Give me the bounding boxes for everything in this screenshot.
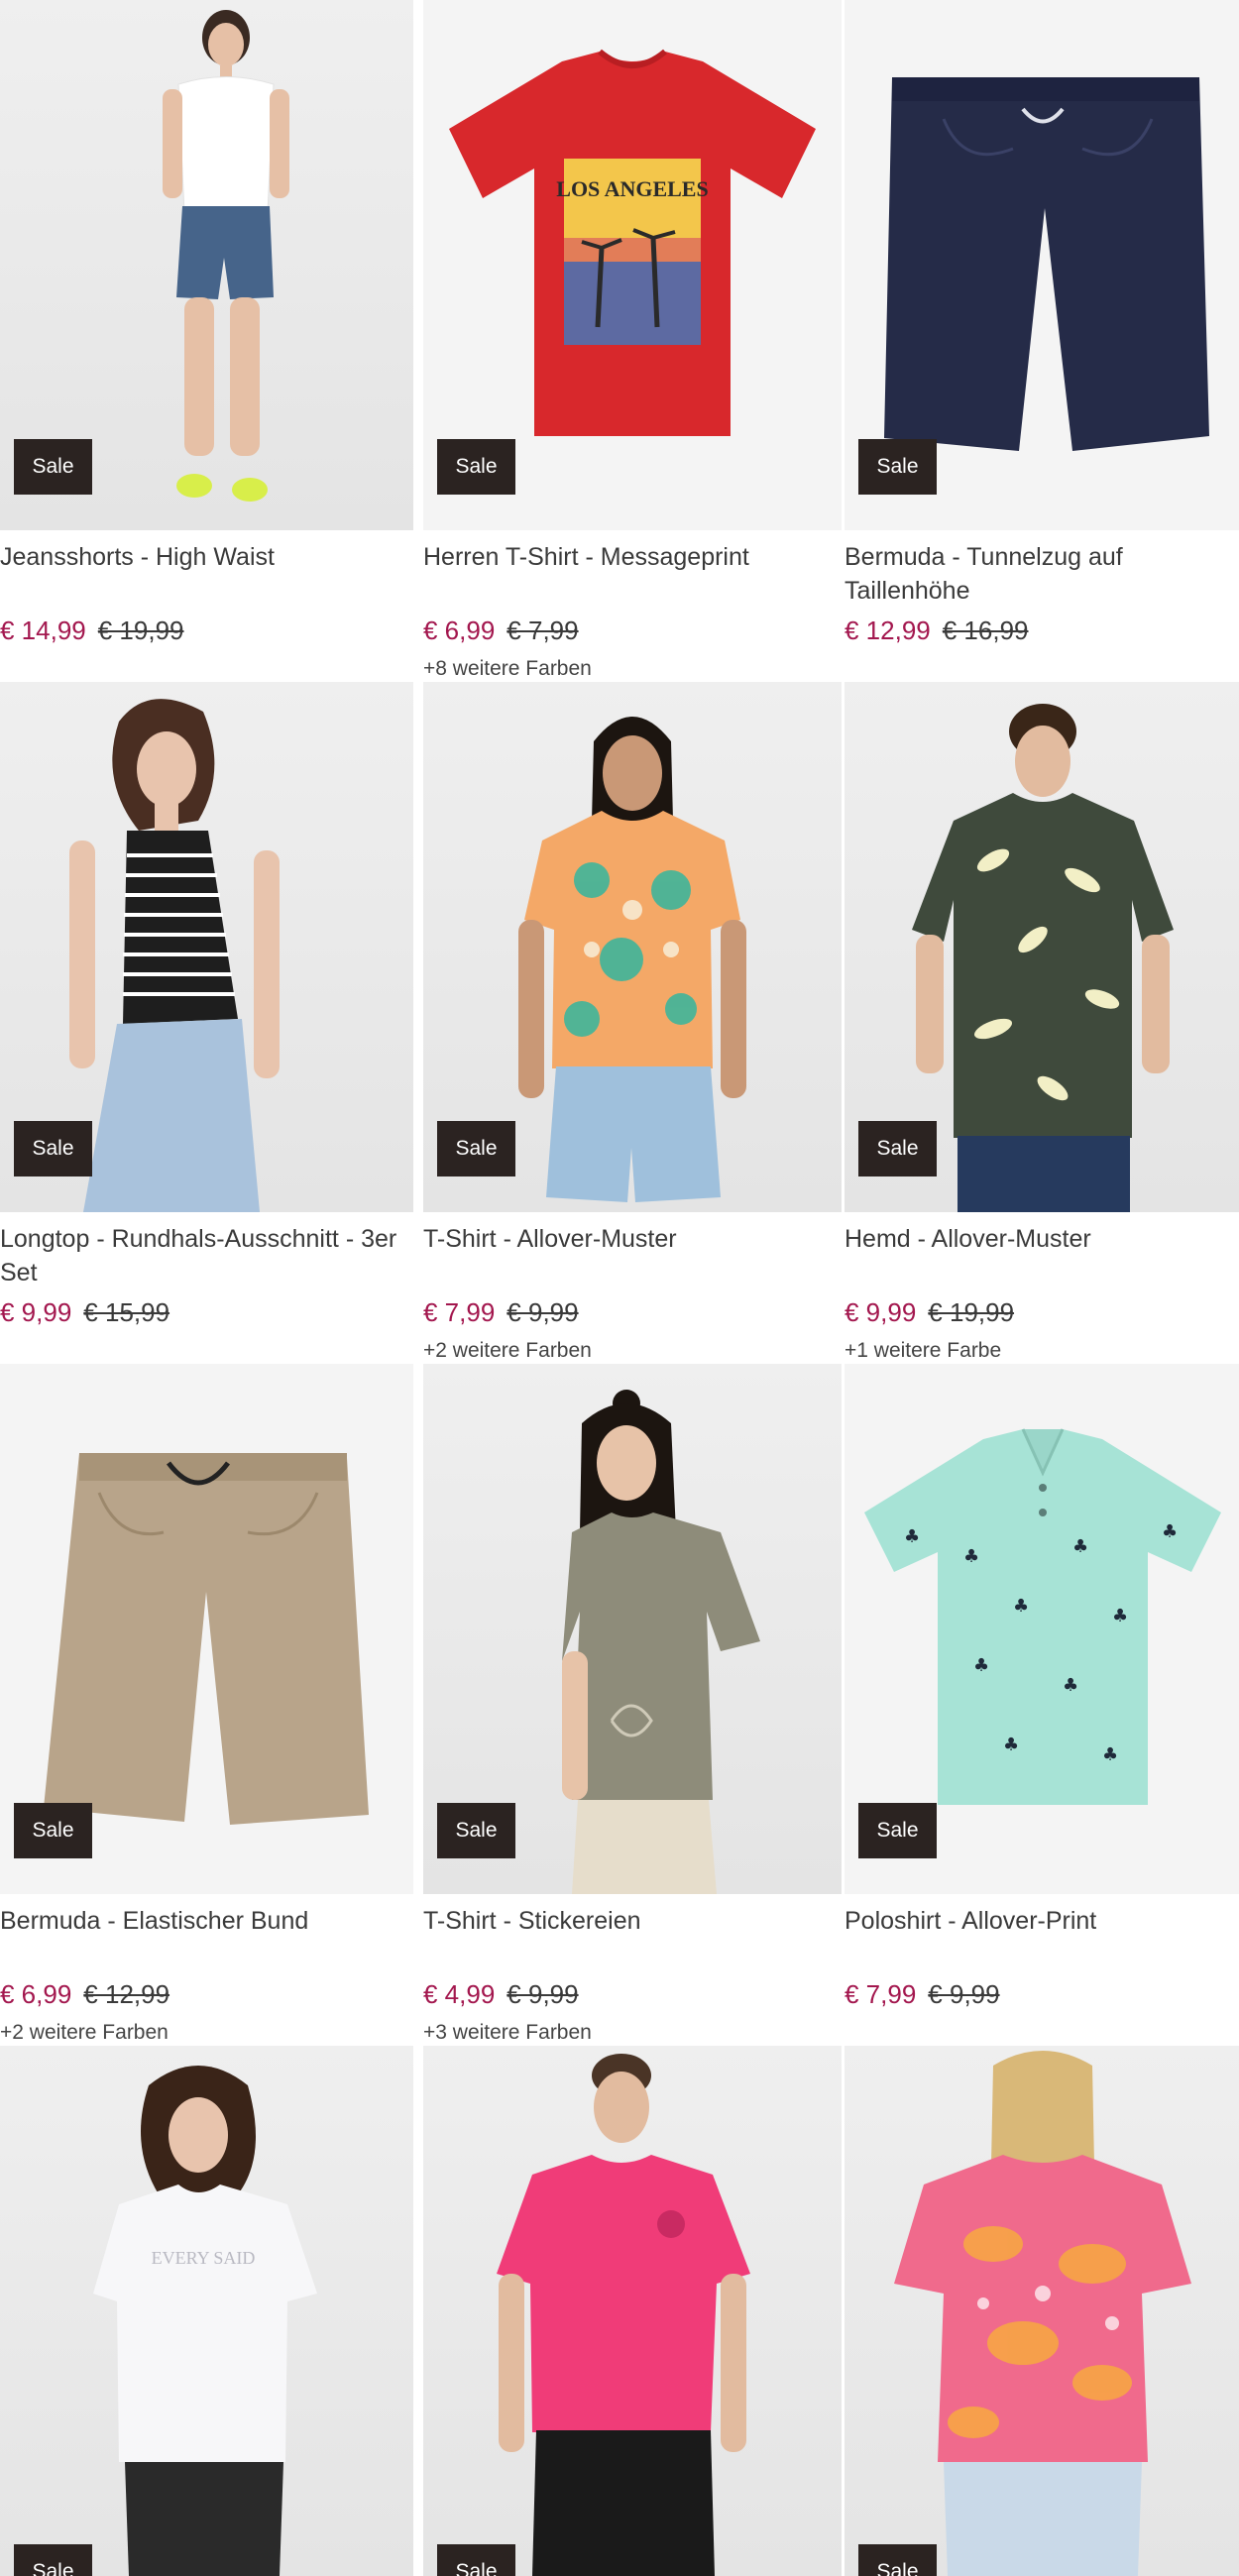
more-colors-label: +8 weitere Farben bbox=[423, 657, 592, 680]
product-image[interactable]: Sale bbox=[0, 0, 413, 530]
svg-text:♣: ♣ bbox=[1112, 1606, 1128, 1626]
product-card[interactable]: Sale Bermuda - Tunnelzug auf Taillenhöhe… bbox=[845, 0, 1239, 682]
product-card[interactable]: LOS ANGELES Sale Herren T-Shirt - Messag… bbox=[423, 0, 842, 682]
sale-price: € 6,99 bbox=[0, 1979, 72, 2009]
sale-price: € 7,99 bbox=[845, 1979, 917, 2009]
original-price: € 9,99 bbox=[928, 1979, 1000, 2009]
price-row: € 7,99 € 9,99 bbox=[423, 1295, 842, 1329]
svg-text:♣: ♣ bbox=[1072, 1536, 1088, 1557]
product-image[interactable]: ♣ ♣ ♣ ♣ ♣ ♣ ♣ ♣ ♣ ♣ Sale bbox=[845, 1364, 1239, 1894]
sale-price: € 12,99 bbox=[845, 616, 931, 645]
product-photo-woman-white-tshirt: EVERY SAID bbox=[93, 2066, 317, 2576]
price-row: € 12,99 € 16,99 bbox=[845, 614, 1239, 647]
product-card[interactable]: Sale T-Shirt - Stickereien € 4,99 € 9,99 … bbox=[423, 1364, 842, 2046]
price-row: € 9,99 € 15,99 bbox=[0, 1295, 413, 1329]
product-card[interactable]: Sale Longtop - Rundhals-Ausschnitt - 3er… bbox=[0, 682, 413, 1364]
svg-text:♣: ♣ bbox=[1102, 1744, 1118, 1765]
original-price: € 12,99 bbox=[83, 1979, 170, 2009]
sale-badge: Sale bbox=[14, 1121, 92, 1176]
svg-text:♣: ♣ bbox=[904, 1526, 920, 1547]
price-row: € 6,99 € 7,99 bbox=[423, 614, 842, 647]
price-row: € 6,99 € 12,99 bbox=[0, 1977, 413, 2011]
product-title[interactable]: Bermuda - Elastischer Bund bbox=[0, 1904, 413, 1971]
product-image[interactable]: Sale bbox=[423, 1364, 842, 1894]
product-title[interactable]: Hemd - Allover-Muster bbox=[845, 1222, 1239, 1289]
product-title[interactable]: Jeansshorts - High Waist bbox=[0, 540, 413, 608]
original-price: € 16,99 bbox=[942, 616, 1029, 645]
svg-text:♣: ♣ bbox=[1003, 1735, 1019, 1755]
product-image[interactable]: Sale bbox=[845, 682, 1239, 1212]
price-row: € 7,99 € 9,99 bbox=[845, 1977, 1239, 2011]
svg-text:♣: ♣ bbox=[973, 1655, 989, 1676]
more-colors-label: +3 weitere Farben bbox=[423, 2021, 592, 2044]
original-price: € 9,99 bbox=[507, 1979, 579, 2009]
sale-badge: Sale bbox=[858, 2544, 937, 2576]
sale-price: € 7,99 bbox=[423, 1297, 496, 1327]
sale-badge: Sale bbox=[437, 2544, 515, 2576]
product-card[interactable]: EVERY SAID Sale bbox=[0, 2046, 413, 2576]
product-card[interactable]: Sale bbox=[845, 2046, 1239, 2576]
product-image[interactable]: Sale bbox=[0, 682, 413, 1212]
sale-price: € 4,99 bbox=[423, 1979, 496, 2009]
sale-badge: Sale bbox=[858, 1803, 937, 1858]
more-colors-label: +2 weitere Farben bbox=[423, 1339, 592, 1362]
sale-price: € 9,99 bbox=[845, 1297, 917, 1327]
svg-text:LOS ANGELES: LOS ANGELES bbox=[556, 176, 708, 201]
product-image[interactable]: EVERY SAID Sale bbox=[0, 2046, 413, 2576]
original-price: € 15,99 bbox=[83, 1297, 170, 1327]
product-image[interactable]: Sale bbox=[0, 1364, 413, 1894]
svg-text:♣: ♣ bbox=[1013, 1596, 1029, 1617]
sale-badge: Sale bbox=[437, 1121, 515, 1176]
svg-text:EVERY SAID: EVERY SAID bbox=[152, 2248, 256, 2268]
sale-badge: Sale bbox=[437, 1803, 515, 1858]
original-price: € 9,99 bbox=[507, 1297, 579, 1327]
sale-price: € 6,99 bbox=[423, 616, 496, 645]
product-title[interactable]: Poloshirt - Allover-Print bbox=[845, 1904, 1239, 1971]
product-title[interactable]: Longtop - Rundhals-Ausschnitt - 3er Set bbox=[0, 1222, 413, 1289]
product-title[interactable]: Herren T-Shirt - Messageprint bbox=[423, 540, 842, 608]
more-colors-label: +2 weitere Farben bbox=[0, 2021, 169, 2044]
product-card[interactable]: Sale Jeansshorts - High Waist € 14,99 € 1… bbox=[0, 0, 413, 682]
price-row: € 4,99 € 9,99 bbox=[423, 1977, 842, 2011]
sale-badge: Sale bbox=[14, 439, 92, 495]
sale-badge: Sale bbox=[858, 439, 937, 495]
price-row: € 9,99 € 19,99 bbox=[845, 1295, 1239, 1329]
product-photo-woman-paisley-blouse bbox=[894, 2051, 1191, 2576]
sale-badge: Sale bbox=[858, 1121, 937, 1176]
svg-text:♣: ♣ bbox=[1063, 1675, 1078, 1696]
svg-text:♣: ♣ bbox=[963, 1546, 979, 1567]
sale-badge: Sale bbox=[14, 1803, 92, 1858]
product-image[interactable]: Sale bbox=[423, 2046, 842, 2576]
product-title[interactable]: T-Shirt - Stickereien bbox=[423, 1904, 842, 1971]
original-price: € 19,99 bbox=[97, 616, 184, 645]
sale-badge: Sale bbox=[14, 2544, 92, 2576]
product-card[interactable]: Sale Hemd - Allover-Muster € 9,99 € 19,99… bbox=[845, 682, 1239, 1364]
original-price: € 19,99 bbox=[928, 1297, 1015, 1327]
product-image[interactable]: Sale bbox=[845, 0, 1239, 530]
sale-price: € 14,99 bbox=[0, 616, 86, 645]
product-image[interactable]: LOS ANGELES Sale bbox=[423, 0, 842, 530]
original-price: € 7,99 bbox=[507, 616, 579, 645]
product-card[interactable]: Sale bbox=[423, 2046, 842, 2576]
product-title[interactable]: T-Shirt - Allover-Muster bbox=[423, 1222, 842, 1289]
product-card[interactable]: Sale Bermuda - Elastischer Bund € 6,99 € … bbox=[0, 1364, 413, 2046]
more-colors-label: +1 weitere Farbe bbox=[845, 1339, 1002, 1362]
svg-text:♣: ♣ bbox=[1162, 1521, 1178, 1542]
product-image[interactable]: Sale bbox=[845, 2046, 1239, 2576]
sale-price: € 9,99 bbox=[0, 1297, 72, 1327]
product-photo-man-pink-tshirt bbox=[497, 2054, 750, 2576]
price-row: € 14,99 € 19,99 bbox=[0, 614, 413, 647]
product-card[interactable]: Sale T-Shirt - Allover-Muster € 7,99 € 9,… bbox=[423, 682, 842, 1364]
product-image[interactable]: Sale bbox=[423, 682, 842, 1212]
sale-badge: Sale bbox=[437, 439, 515, 495]
product-title[interactable]: Bermuda - Tunnelzug auf Taillenhöhe bbox=[845, 540, 1239, 608]
product-grid: Sale Jeansshorts - High Waist € 14,99 € 1… bbox=[0, 0, 1239, 2576]
product-card[interactable]: ♣ ♣ ♣ ♣ ♣ ♣ ♣ ♣ ♣ ♣ Sale Poloshirt - Allover-Pr… bbox=[845, 1364, 1239, 2046]
